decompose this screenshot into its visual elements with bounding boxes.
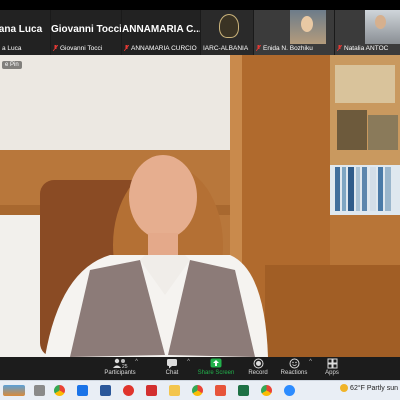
participant-name-large: Giovanni Tocci	[51, 24, 121, 35]
chevron-up-icon[interactable]: ^	[135, 359, 138, 365]
reactions-label: Reactions	[280, 370, 308, 376]
reactions-button[interactable]: Reactions ^	[274, 358, 314, 376]
mail-icon[interactable]	[77, 385, 88, 396]
zoom-meeting-window: iana Luca a Luca Giovanni Tocci Giovanni…	[0, 0, 400, 400]
share-screen-icon	[196, 358, 236, 369]
chrome-icon[interactable]	[54, 385, 65, 396]
record-icon	[238, 358, 278, 369]
main-speaker-video[interactable]: e Pin	[0, 55, 400, 357]
participant-tile[interactable]: iana Luca a Luca	[0, 10, 50, 55]
participant-count: 25	[122, 364, 128, 369]
weather-sun-icon	[340, 384, 349, 392]
participant-name-row: ANNAMARIA CURCIO	[124, 45, 197, 52]
pin-label[interactable]: e Pin	[2, 61, 22, 69]
participants-button[interactable]: 25 Participants ^	[100, 358, 140, 376]
participant-video-face	[301, 16, 313, 32]
participant-name: a Luca	[2, 45, 22, 52]
record-label: Record	[248, 370, 268, 376]
organization-logo	[219, 14, 239, 38]
windows-taskbar: 62°F Partly sun	[0, 380, 400, 400]
mic-muted-icon	[337, 45, 342, 52]
participant-name-row: Natalia ANTOC	[337, 45, 388, 52]
chrome-icon[interactable]	[261, 385, 272, 396]
participant-tile[interactable]: IARC-ALBANIA	[201, 10, 253, 55]
weather-widget[interactable]: 62°F Partly sun	[340, 384, 398, 392]
participant-video-face	[375, 15, 386, 29]
chat-icon	[152, 358, 192, 369]
participant-name: ANNAMARIA CURCIO	[131, 45, 197, 52]
participant-tile[interactable]: Enida N. Bozhiku	[254, 10, 334, 55]
mic-muted-icon	[124, 45, 129, 52]
participant-tile[interactable]: Natalia ANTOC	[335, 10, 400, 55]
meeting-toolbar: 25 Participants ^ Chat ^ Share Screen Re…	[0, 357, 400, 380]
weather-text: Partly sun	[366, 384, 398, 392]
speaker-video-scene	[0, 55, 400, 357]
participant-name: Enida N. Bozhiku	[263, 45, 313, 52]
participant-name-large: ANNAMARIA C...	[122, 24, 200, 35]
apps-icon	[312, 358, 352, 369]
opera-icon[interactable]	[123, 385, 134, 396]
chevron-up-icon[interactable]: ^	[187, 359, 190, 365]
chat-label: Chat	[165, 370, 179, 376]
participant-tile[interactable]: ANNAMARIA C... ANNAMARIA CURCIO	[122, 10, 200, 55]
record-button[interactable]: Record	[238, 358, 278, 376]
participant-name: Natalia ANTOC	[344, 45, 389, 52]
chrome-icon[interactable]	[192, 385, 203, 396]
participant-strip: iana Luca a Luca Giovanni Tocci Giovanni…	[0, 10, 400, 55]
participant-tile[interactable]: Giovanni Tocci Giovanni Tocci	[51, 10, 121, 55]
file-explorer-icon[interactable]	[169, 385, 180, 396]
participants-label: Participants	[104, 370, 136, 376]
participant-name: Giovanni Tocci	[60, 45, 103, 52]
mic-muted-icon	[53, 45, 58, 52]
word-icon[interactable]	[100, 385, 111, 396]
participant-name-row: Enida N. Bozhiku	[256, 45, 313, 52]
apps-label: Apps	[325, 370, 339, 376]
apps-button[interactable]: Apps	[312, 358, 352, 376]
participant-name-row: Giovanni Tocci	[53, 45, 102, 52]
participants-icon: 25	[100, 358, 140, 370]
share-screen-label: Share Screen	[197, 370, 235, 376]
participant-name-large: iana Luca	[0, 24, 43, 35]
zoom-icon[interactable]	[284, 385, 295, 396]
participant-name: IARC-ALBANIA	[203, 45, 249, 52]
mic-muted-icon	[256, 45, 261, 52]
office-icon[interactable]	[215, 385, 226, 396]
chat-button[interactable]: Chat ^	[152, 358, 192, 376]
share-screen-button[interactable]: Share Screen	[196, 358, 236, 376]
weather-temp: 62°F	[350, 384, 365, 392]
file-icon[interactable]	[34, 385, 45, 396]
acrobat-icon[interactable]	[146, 385, 157, 396]
excel-icon[interactable]	[238, 385, 249, 396]
reactions-icon	[274, 358, 314, 369]
news-icon[interactable]	[3, 385, 25, 396]
